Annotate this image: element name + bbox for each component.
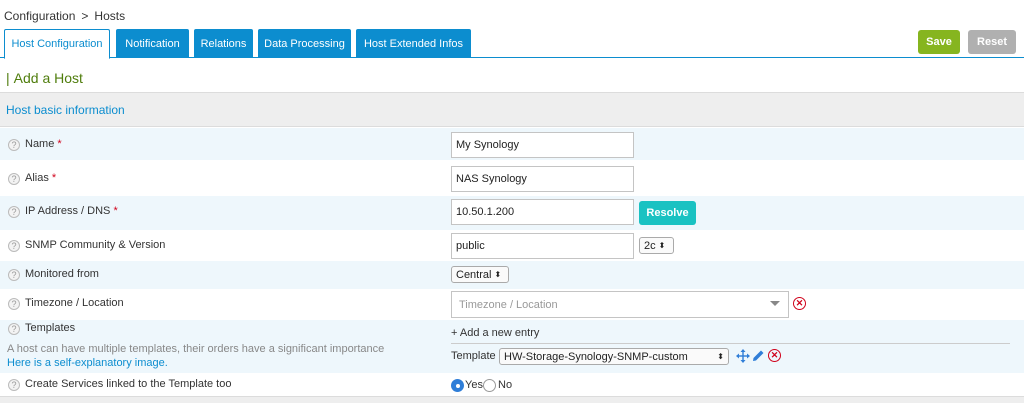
snmp-version-select[interactable]: 2c ⬍ — [639, 237, 674, 254]
ip-input[interactable]: 10.50.1.200 — [451, 199, 634, 225]
remove-circle-icon[interactable]: ✕ — [793, 297, 806, 310]
help-icon[interactable]: ? — [8, 139, 20, 151]
timezone-select[interactable]: Timezone / Location — [451, 291, 789, 318]
alias-label: Alias * — [25, 172, 57, 184]
help-icon[interactable]: ? — [8, 173, 20, 185]
monitored-from-select[interactable]: Central ⬍ — [451, 266, 509, 283]
chevron-down-icon — [770, 301, 780, 306]
move-arrows-icon[interactable] — [736, 349, 750, 363]
ip-label: IP Address / DNS * — [25, 205, 118, 217]
select-arrows-icon: ⬍ — [717, 351, 724, 361]
tab-host-extended-infos[interactable]: Host Extended Infos — [356, 29, 471, 58]
snmp-community-input[interactable]: public — [451, 233, 634, 259]
services-yes-radio[interactable] — [451, 379, 464, 392]
page-title-text: Add a Host — [13, 70, 83, 86]
timezone-label: Timezone / Location — [25, 297, 124, 309]
resolve-button[interactable]: Resolve — [639, 201, 696, 225]
save-button[interactable]: Save — [918, 30, 960, 54]
help-icon[interactable]: ? — [8, 206, 20, 218]
required-marker: * — [113, 205, 118, 217]
name-input[interactable]: My Synology — [451, 132, 634, 158]
tab-notification[interactable]: Notification — [116, 29, 189, 58]
required-marker: * — [57, 138, 62, 150]
monitored-label: Monitored from — [25, 268, 99, 280]
select-arrows-icon: ⬍ — [658, 240, 666, 250]
alias-input[interactable]: NAS Synology — [451, 166, 634, 192]
help-icon[interactable]: ? — [8, 240, 20, 252]
template-label: Template — [451, 350, 496, 362]
page-title: | Add a Host — [6, 70, 83, 86]
breadcrumb-root[interactable]: Configuration — [4, 9, 75, 23]
help-icon[interactable]: ? — [8, 269, 20, 281]
remove-circle-icon[interactable]: ✕ — [768, 349, 781, 362]
breadcrumb-current: Hosts — [94, 9, 126, 23]
divider — [451, 343, 1010, 344]
add-template-entry-link[interactable]: + Add a new entry — [451, 327, 539, 339]
tab-data-processing[interactable]: Data Processing — [258, 29, 351, 58]
templates-help-link[interactable]: Here is a self-explanatory image. — [7, 357, 168, 369]
services-yes-label[interactable]: Yes — [465, 379, 483, 391]
services-no-radio[interactable] — [483, 379, 496, 392]
required-marker: * — [51, 172, 57, 184]
snmp-label: SNMP Community & Version — [25, 239, 166, 251]
services-label: Create Services linked to the Template t… — [25, 378, 232, 390]
help-icon[interactable]: ? — [8, 298, 20, 310]
select-arrows-icon: ⬍ — [494, 269, 502, 279]
templates-label: Templates — [25, 322, 76, 334]
timezone-placeholder: Timezone / Location — [459, 298, 558, 311]
section-header: Host basic information — [0, 92, 1024, 127]
monitored-row — [0, 261, 1024, 289]
help-icon[interactable]: ? — [8, 323, 20, 335]
services-no-label[interactable]: No — [498, 379, 512, 391]
template-select[interactable]: HW-Storage-Synology-SNMP-custom ⬍ — [499, 348, 729, 365]
name-label: Name * — [25, 138, 62, 150]
breadcrumb: Configuration > Hosts — [4, 9, 125, 23]
pencil-icon[interactable] — [752, 349, 765, 362]
tab-bar: Host Configuration Notification Relation… — [0, 29, 1024, 59]
section-title: Host basic information — [6, 103, 125, 117]
title-bar: | — [6, 70, 10, 86]
templates-hint: A host can have multiple templates, thei… — [7, 343, 385, 355]
breadcrumb-separator: > — [81, 9, 89, 23]
section-footer — [0, 396, 1024, 403]
help-icon[interactable]: ? — [8, 379, 20, 391]
reset-button[interactable]: Reset — [968, 30, 1016, 54]
tab-host-configuration[interactable]: Host Configuration — [4, 29, 110, 59]
tab-relations[interactable]: Relations — [194, 29, 253, 58]
